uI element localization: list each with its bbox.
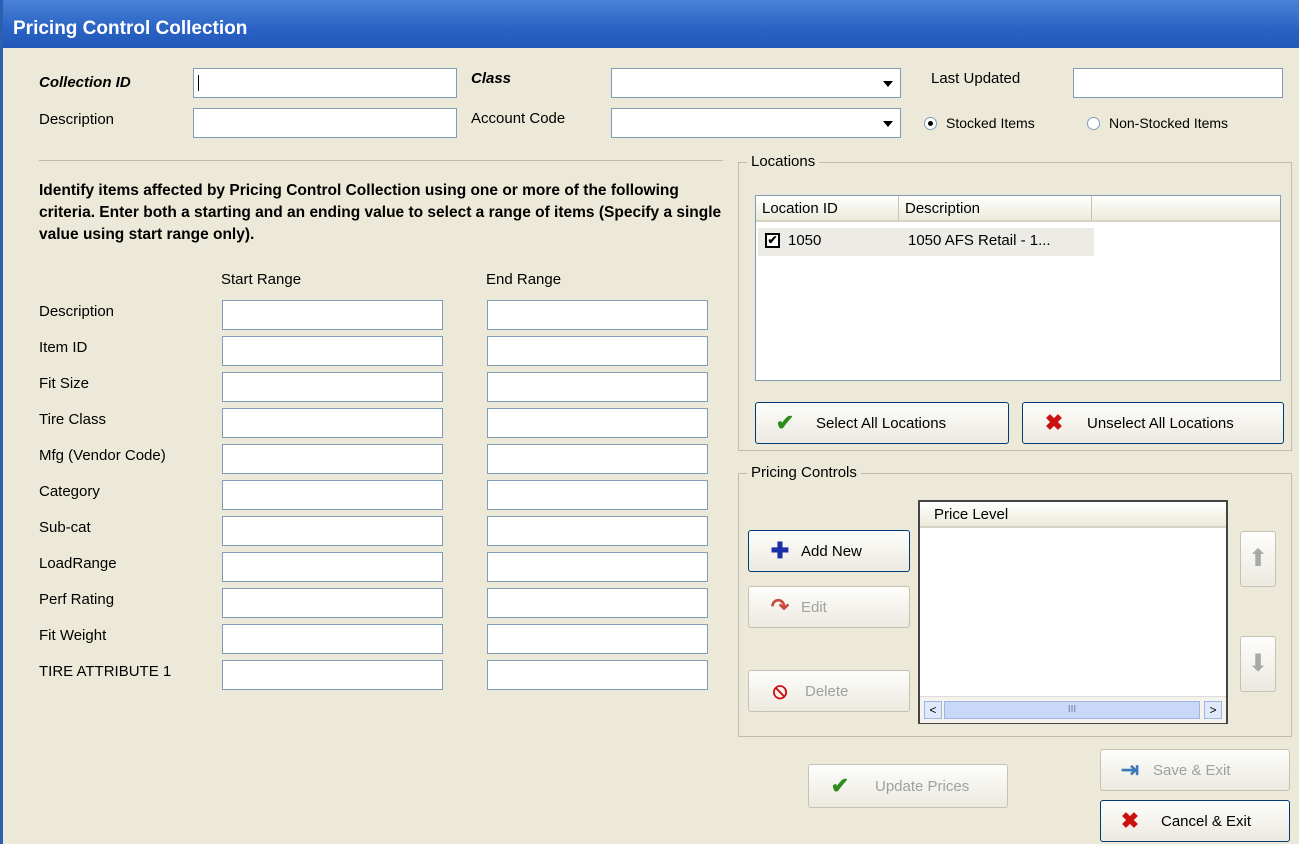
criteria-label: Tire Class	[39, 411, 106, 428]
end-range-input[interactable]	[487, 300, 708, 330]
select-all-locations-button[interactable]: ✔ Select All Locations	[755, 402, 1009, 444]
end-range-input[interactable]	[487, 516, 708, 546]
pricing-controls-group-title: Pricing Controls	[747, 464, 861, 481]
column-header-blank	[1092, 196, 1280, 222]
criteria-label: TIRE ATTRIBUTE 1	[39, 663, 172, 680]
price-level-list[interactable]: Price Level < III >	[918, 500, 1228, 724]
x-icon: ✖	[1120, 808, 1140, 833]
end-range-input[interactable]	[487, 480, 708, 510]
delete-icon: ⦸	[772, 678, 788, 703]
criteria-label: Category	[39, 483, 100, 500]
start-range-input[interactable]	[222, 588, 443, 618]
scroll-right-icon[interactable]: >	[1204, 701, 1222, 719]
edit-button[interactable]: ↷ Edit	[748, 586, 910, 628]
check-icon: ✔	[830, 773, 850, 798]
window-title: Pricing Control Collection	[13, 18, 248, 39]
update-prices-button[interactable]: ✔ Update Prices	[808, 764, 1008, 808]
criteria-label: Item ID	[39, 339, 88, 356]
non-stocked-items-radio[interactable]	[1087, 117, 1100, 130]
check-icon: ✔	[775, 410, 795, 435]
start-range-input[interactable]	[222, 480, 443, 510]
start-range-input[interactable]	[222, 408, 443, 438]
end-range-input[interactable]	[487, 660, 708, 690]
cancel-exit-button[interactable]: ✖ Cancel & Exit	[1100, 800, 1290, 842]
pricing-control-window: Pricing Control Collection Collection ID…	[0, 0, 1299, 844]
end-range-header: End Range	[486, 271, 562, 288]
end-range-input[interactable]	[487, 444, 708, 474]
location-description-cell: 1050 AFS Retail - 1...	[908, 232, 1051, 249]
criteria-label: Mfg (Vendor Code)	[39, 447, 166, 464]
unselect-all-locations-button[interactable]: ✖ Unselect All Locations	[1022, 402, 1284, 444]
start-range-input[interactable]	[222, 552, 443, 582]
criteria-label: Sub-cat	[39, 519, 91, 536]
end-range-input[interactable]	[487, 588, 708, 618]
account-code-label: Account Code	[471, 110, 566, 127]
description-input[interactable]	[193, 108, 457, 138]
title-bar: Pricing Control Collection	[3, 0, 1299, 48]
start-range-input[interactable]	[222, 444, 443, 474]
column-header-price-level[interactable]: Price Level	[920, 502, 1226, 528]
start-range-input[interactable]	[222, 516, 443, 546]
x-icon: ✖	[1044, 410, 1064, 435]
move-down-button[interactable]: ⬇	[1240, 636, 1276, 692]
save-exit-button[interactable]: ⇥ Save & Exit	[1100, 749, 1290, 791]
location-id-cell: 1050	[788, 232, 822, 249]
account-code-select[interactable]	[611, 108, 901, 138]
description-label: Description	[39, 111, 115, 128]
edit-icon: ↷	[770, 594, 790, 619]
criteria-separator	[39, 160, 723, 161]
column-header-location-id[interactable]: Location ID	[756, 196, 899, 222]
delete-button[interactable]: ⦸ Delete	[748, 670, 910, 712]
scroll-thumb[interactable]: III	[944, 701, 1200, 719]
stocked-items-radio[interactable]	[924, 117, 937, 130]
collection-id-input[interactable]	[193, 68, 457, 98]
class-label: Class	[471, 70, 512, 87]
arrow-up-icon: ⬆	[1247, 545, 1269, 572]
criteria-label: Perf Rating	[39, 591, 115, 608]
start-range-header: Start Range	[221, 271, 302, 288]
criteria-label: LoadRange	[39, 555, 117, 572]
start-range-input[interactable]	[222, 660, 443, 690]
start-range-input[interactable]	[222, 372, 443, 402]
end-range-input[interactable]	[487, 372, 708, 402]
criteria-label: Fit Weight	[39, 627, 107, 644]
save-exit-icon: ⇥	[1120, 757, 1140, 782]
non-stocked-items-label[interactable]: Non-Stocked Items	[1109, 115, 1228, 131]
chevron-down-icon[interactable]	[876, 109, 900, 137]
criteria-label: Fit Size	[39, 375, 90, 392]
locations-list[interactable]: Location ID Description ✔ 1050 1050 AFS …	[755, 195, 1281, 381]
criteria-label: Description	[39, 303, 115, 320]
arrow-down-icon: ⬇	[1247, 650, 1269, 677]
start-range-input[interactable]	[222, 336, 443, 366]
add-new-button[interactable]: ✚ Add New	[748, 530, 910, 572]
text-cursor	[198, 75, 199, 91]
stocked-items-label[interactable]: Stocked Items	[946, 115, 1035, 131]
locations-group-title: Locations	[747, 153, 820, 170]
table-row[interactable]: ✔ 1050 1050 AFS Retail - 1...	[758, 228, 1094, 256]
start-range-input[interactable]	[222, 624, 443, 654]
last-updated-input[interactable]	[1073, 68, 1283, 98]
chevron-down-icon[interactable]	[876, 69, 900, 97]
last-updated-label: Last Updated	[931, 70, 1021, 87]
end-range-input[interactable]	[487, 408, 708, 438]
collection-id-label: Collection ID	[39, 74, 131, 91]
end-range-input[interactable]	[487, 336, 708, 366]
end-range-input[interactable]	[487, 552, 708, 582]
scroll-left-icon[interactable]: <	[924, 701, 942, 719]
column-header-description[interactable]: Description	[899, 196, 1092, 222]
start-range-input[interactable]	[222, 300, 443, 330]
criteria-instructions: Identify items affected by Pricing Contr…	[39, 182, 722, 243]
class-select[interactable]	[611, 68, 901, 98]
add-icon: ✚	[770, 538, 790, 563]
location-checkbox[interactable]: ✔	[765, 233, 780, 248]
horizontal-scrollbar[interactable]: < III >	[920, 696, 1226, 723]
move-up-button[interactable]: ⬆	[1240, 531, 1276, 587]
end-range-input[interactable]	[487, 624, 708, 654]
